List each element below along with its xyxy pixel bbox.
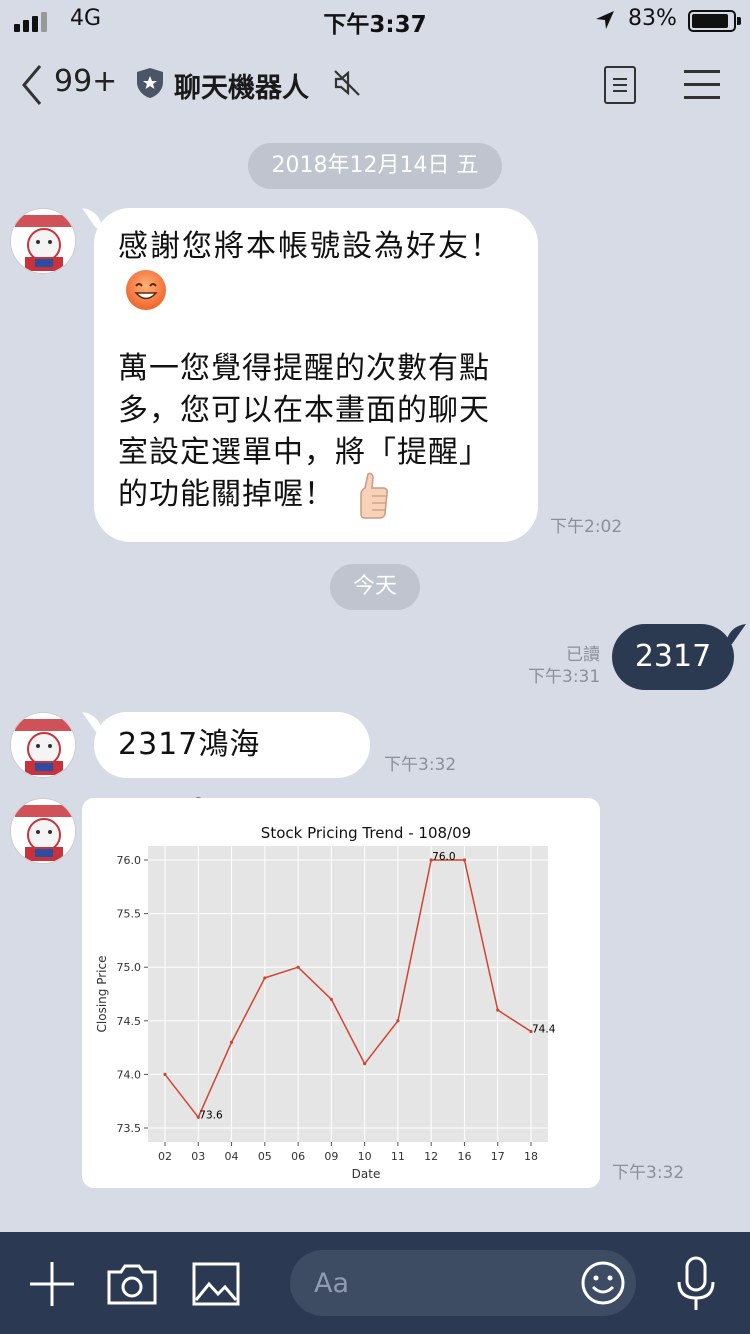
bot-avatar[interactable] (10, 798, 76, 864)
y-tick-label: 74.0 (117, 1068, 142, 1081)
data-point (462, 858, 467, 862)
bubble-tail (726, 624, 746, 644)
data-point (263, 976, 267, 980)
y-tick-label: 75.5 (117, 908, 142, 921)
chat-header: 99+ 聊天機器人 (0, 50, 750, 120)
data-point (496, 1008, 500, 1012)
mic-icon[interactable] (676, 1256, 716, 1312)
x-tick-label: 03 (191, 1150, 205, 1163)
stock-reply-message[interactable]: 2317鴻海 74.40 (94, 712, 370, 828)
x-tick-label: 12 (424, 1150, 438, 1163)
data-point (296, 965, 300, 969)
emoji-icon[interactable] (580, 1260, 626, 1306)
data-point (229, 1040, 234, 1044)
x-axis-label: Date (352, 1167, 381, 1181)
stock-chart: 73.5 74.0 74.5 75.0 75.5 76.0 02 03 04 05 06 09 10 11… (95, 824, 556, 1181)
outgoing-message[interactable]: 2317 (612, 624, 734, 690)
chat-title: 聊天機器人 (174, 73, 309, 104)
smile-emoji-icon (126, 270, 166, 310)
battery-percent: 83% (628, 6, 677, 31)
welcome-line1: 感謝您將本帳號設為好友！ (118, 229, 502, 264)
notes-icon[interactable] (604, 66, 636, 104)
back-icon[interactable] (18, 62, 48, 108)
data-point (363, 1062, 367, 1066)
message-time: 下午3:32 (612, 1163, 685, 1183)
y-tick-label: 74.5 (117, 1015, 142, 1028)
message-input-field[interactable] (290, 1250, 636, 1316)
message-input[interactable] (314, 1262, 554, 1304)
chart-image-message[interactable]: 73.5 74.0 74.5 75.0 75.5 76.0 02 03 04 05 06 09 10 11… (82, 798, 600, 1188)
bot-avatar[interactable] (10, 712, 76, 778)
y-axis-label: Closing Price (95, 956, 109, 1033)
x-tick-label: 17 (491, 1150, 505, 1163)
data-label: 76.0 (432, 851, 455, 863)
plot-area (148, 846, 548, 1142)
x-tick-label: 18 (524, 1150, 538, 1163)
x-tick-label: 04 (225, 1150, 239, 1163)
battery-icon (688, 10, 741, 32)
x-tick-label: 06 (291, 1150, 305, 1163)
shield-icon (137, 68, 163, 98)
x-tick-label: 05 (258, 1150, 272, 1163)
camera-icon[interactable] (106, 1262, 158, 1306)
menu-icon[interactable] (684, 70, 720, 99)
mute-icon (334, 70, 360, 96)
location-icon (596, 11, 614, 29)
y-tick-label: 73.5 (117, 1122, 142, 1135)
data-point (163, 1072, 167, 1076)
y-tick-label: 76.0 (117, 854, 142, 867)
bot-avatar[interactable] (10, 208, 76, 274)
plus-icon[interactable] (28, 1260, 76, 1308)
status-bar: 4G 下午3:37 83% (0, 0, 750, 40)
data-point (329, 997, 333, 1001)
message-time: 下午3:32 (384, 755, 457, 775)
x-tick-label: 09 (324, 1150, 338, 1163)
x-tick-label: 16 (457, 1150, 471, 1163)
x-tick-label: 11 (391, 1150, 405, 1163)
unread-count[interactable]: 99+ (54, 64, 117, 99)
data-point (396, 1019, 400, 1023)
data-label: 74.4 (532, 1024, 556, 1036)
image-icon[interactable] (192, 1262, 240, 1306)
welcome-line2: 萬一您覺得提醒的次數有點多，您可以在本畫面的聊天室設定選單中，將「提醒」的功能關… (118, 351, 490, 512)
message-time: 下午3:31 (528, 667, 601, 687)
message-time: 下午2:02 (550, 517, 623, 537)
data-label: 73.6 (199, 1109, 223, 1121)
welcome-message[interactable]: 感謝您將本帳號設為好友！ 萬一您覺得提醒的次數有點多，您可以在本畫面的聊天室設定… (94, 208, 538, 542)
x-tick-label: 10 (358, 1150, 372, 1163)
chart-title: Stock Pricing Trend - 108/09 (261, 824, 471, 842)
date-divider: 2018年12月14日 五 (248, 143, 502, 189)
today-divider: 今天 (330, 564, 420, 610)
x-tick-label: 02 (158, 1150, 172, 1163)
input-toolbar (0, 1232, 750, 1334)
y-tick-label: 75.0 (117, 961, 142, 974)
thumbs-up-emoji-icon (360, 472, 388, 519)
